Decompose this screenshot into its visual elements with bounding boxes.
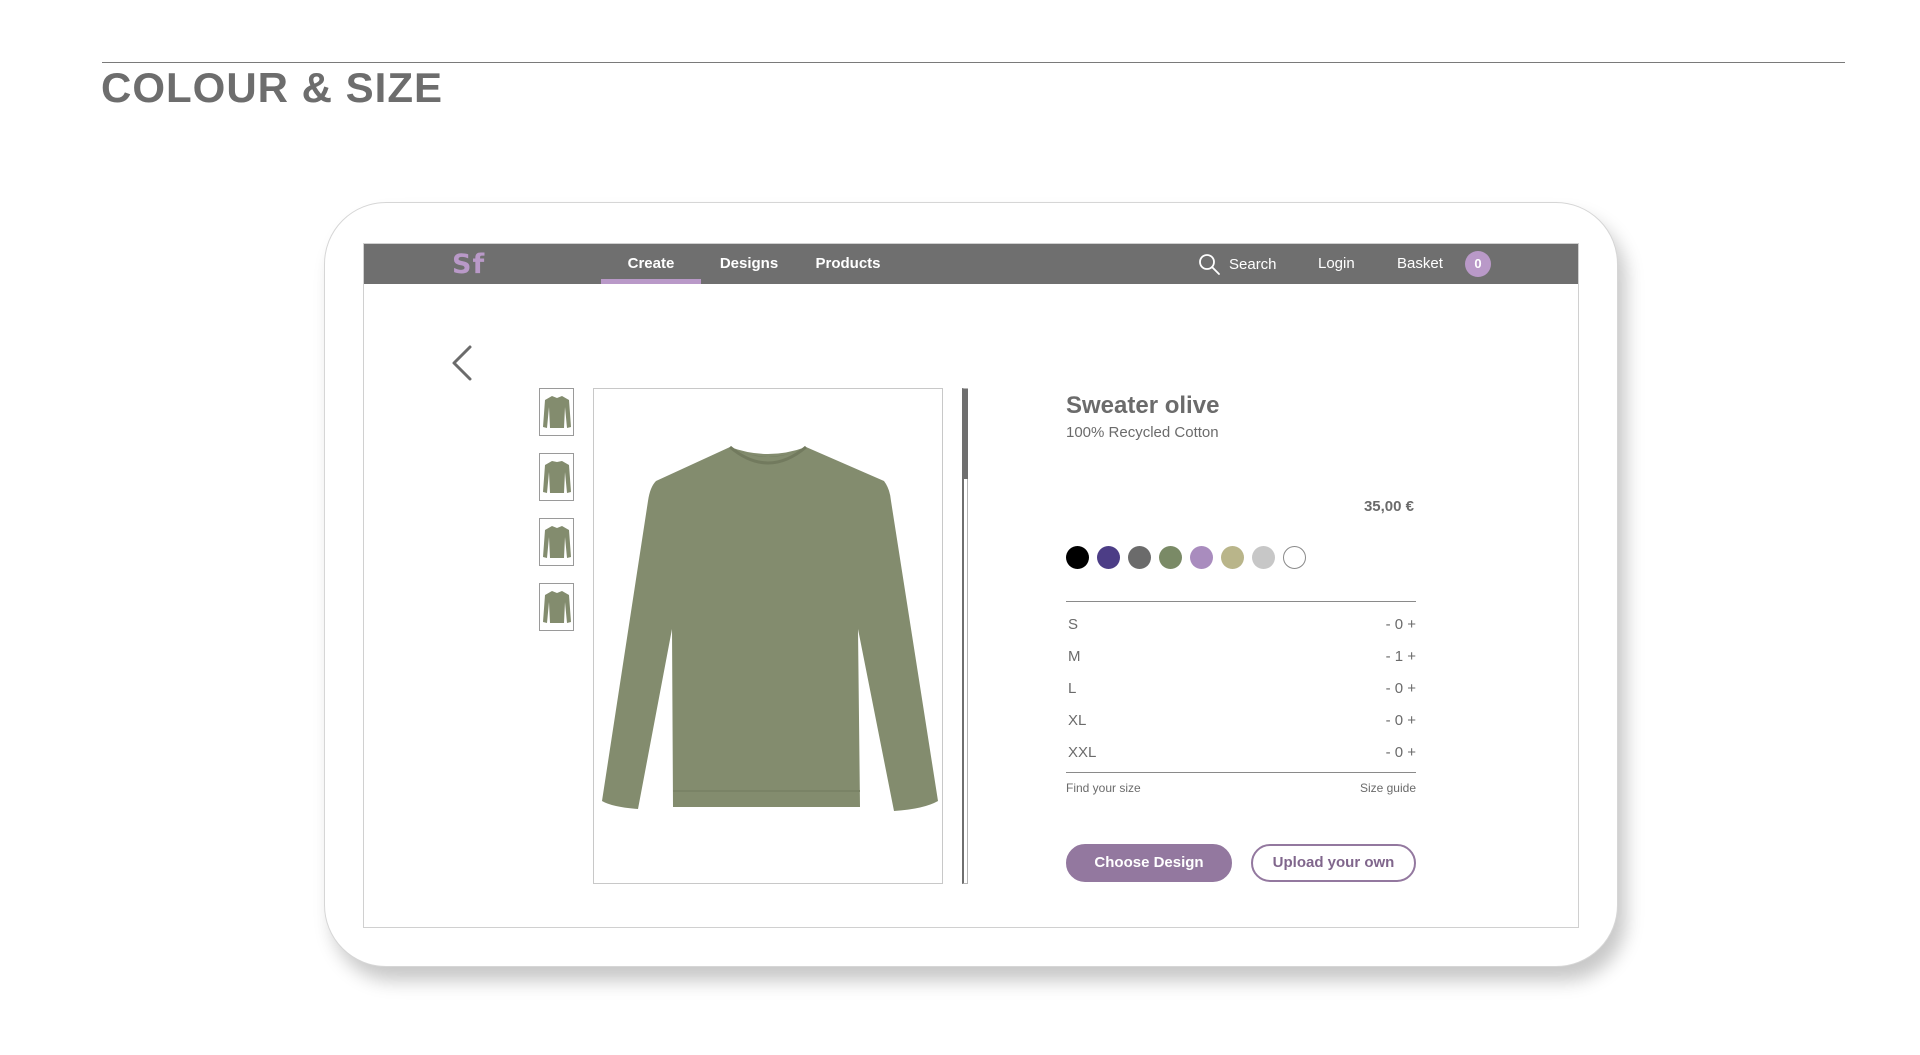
sweater-image xyxy=(602,445,938,811)
quantity-stepper[interactable]: - 0 + xyxy=(1386,744,1416,761)
image-scrollbar[interactable] xyxy=(962,388,968,884)
swatch-grey[interactable] xyxy=(1128,546,1151,569)
swatch-indigo[interactable] xyxy=(1097,546,1120,569)
size-label: XXL xyxy=(1068,743,1097,761)
tab-products[interactable]: Products xyxy=(798,244,898,284)
product-name: Sweater olive xyxy=(1066,392,1220,419)
swatch-light-grey[interactable] xyxy=(1252,546,1275,569)
thumbnail-back[interactable] xyxy=(539,453,574,501)
swatch-black[interactable] xyxy=(1066,546,1089,569)
quantity-stepper[interactable]: - 0 + xyxy=(1386,616,1416,633)
find-your-size-link[interactable]: Find your size xyxy=(1066,781,1141,795)
navbar: Sf Create Designs Products Search Login … xyxy=(364,244,1578,284)
size-links: Find your size Size guide xyxy=(1066,781,1416,795)
thumbnail-side[interactable] xyxy=(539,518,574,566)
back-arrow-icon[interactable] xyxy=(450,344,474,382)
app-screen: Sf Create Designs Products Search Login … xyxy=(363,243,1579,928)
sweater-thumbnail-icon xyxy=(542,591,571,623)
basket-count-badge[interactable]: 0 xyxy=(1465,251,1491,277)
tab-create[interactable]: Create xyxy=(601,244,701,284)
page-title: COLOUR & SIZE xyxy=(101,64,444,111)
scrollbar-thumb[interactable] xyxy=(962,389,968,479)
size-label: XL xyxy=(1068,711,1087,729)
size-label: S xyxy=(1068,615,1079,633)
color-swatches xyxy=(1066,546,1306,569)
swatch-lilac[interactable] xyxy=(1190,546,1213,569)
size-guide-link[interactable]: Size guide xyxy=(1360,781,1416,795)
swatch-khaki[interactable] xyxy=(1221,546,1244,569)
basket-link[interactable]: Basket xyxy=(1397,244,1443,284)
login-link[interactable]: Login xyxy=(1318,244,1355,284)
sweater-thumbnail-icon xyxy=(542,396,571,428)
thumbnail-front[interactable] xyxy=(539,388,574,436)
size-label: M xyxy=(1068,647,1081,665)
search-icon xyxy=(1199,254,1220,275)
size-row: XXL - 0 + xyxy=(1066,736,1416,768)
logo[interactable]: Sf xyxy=(452,249,485,280)
search-button[interactable]: Search xyxy=(1197,244,1277,284)
size-row: S - 0 + xyxy=(1066,608,1416,640)
quantity-stepper[interactable]: - 0 + xyxy=(1386,712,1416,729)
product-material: 100% Recycled Cotton xyxy=(1066,424,1219,441)
size-row: M - 1 + xyxy=(1066,640,1416,672)
product-price: 35,00 € xyxy=(1363,498,1414,515)
size-row: XL - 0 + xyxy=(1066,704,1416,736)
sweater-thumbnail-icon xyxy=(542,526,571,558)
tab-designs[interactable]: Designs xyxy=(704,244,794,284)
upload-your-own-button[interactable]: Upload your own xyxy=(1251,844,1416,882)
thumbnail-detail[interactable] xyxy=(539,583,574,631)
search-label: Search xyxy=(1229,255,1277,273)
size-divider-top xyxy=(1066,601,1416,602)
title-rule xyxy=(102,62,1845,63)
quantity-stepper[interactable]: - 0 + xyxy=(1386,680,1416,697)
size-divider-bottom xyxy=(1066,772,1416,773)
sweater-thumbnail-icon xyxy=(542,461,571,493)
size-row: L - 0 + xyxy=(1066,672,1416,704)
swatch-white[interactable] xyxy=(1283,546,1306,569)
choose-design-button[interactable]: Choose Design xyxy=(1066,844,1232,882)
product-image xyxy=(593,388,943,884)
swatch-olive[interactable] xyxy=(1159,546,1182,569)
size-label: L xyxy=(1068,679,1077,697)
quantity-stepper[interactable]: - 1 + xyxy=(1386,648,1416,665)
